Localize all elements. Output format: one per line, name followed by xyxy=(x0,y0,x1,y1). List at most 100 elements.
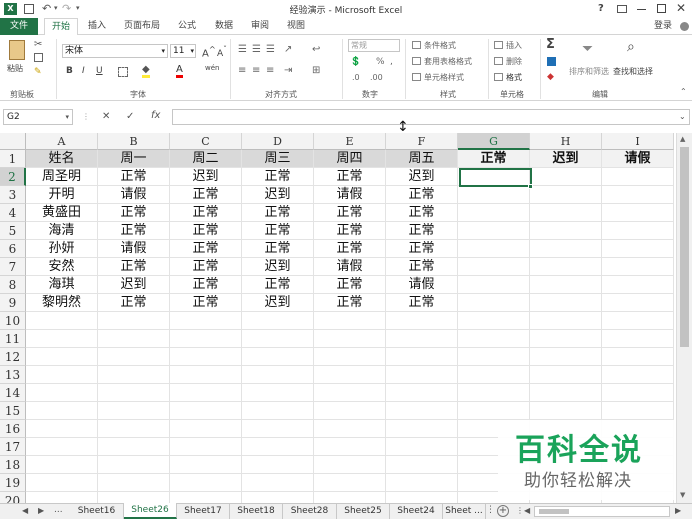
cell-d1[interactable]: 周三 xyxy=(242,150,314,168)
cell-e18[interactable] xyxy=(314,456,386,474)
cell-i2[interactable] xyxy=(602,168,674,186)
border-icon[interactable] xyxy=(118,67,128,77)
column-header-d[interactable]: D xyxy=(242,133,314,150)
cell-i12[interactable] xyxy=(602,348,674,366)
cell-g11[interactable] xyxy=(458,330,530,348)
cell-e17[interactable] xyxy=(314,438,386,456)
cell-b18[interactable] xyxy=(98,456,170,474)
cell-e13[interactable] xyxy=(314,366,386,384)
row-header-4[interactable]: 4 xyxy=(0,204,26,222)
cell-g5[interactable] xyxy=(458,222,530,240)
column-header-b[interactable]: B xyxy=(98,133,170,150)
cell-d3[interactable]: 迟到 xyxy=(242,186,314,204)
cell-a10[interactable] xyxy=(26,312,98,330)
cell-e9[interactable]: 正常 xyxy=(314,294,386,312)
cell-a4[interactable]: 黄盛田 xyxy=(26,204,98,222)
cell-e5[interactable]: 正常 xyxy=(314,222,386,240)
cell-d19[interactable] xyxy=(242,474,314,492)
cell-d2[interactable]: 正常 xyxy=(242,168,314,186)
cell-h7[interactable] xyxy=(530,258,602,276)
cell-c16[interactable] xyxy=(170,420,242,438)
clear-icon[interactable]: ◆ xyxy=(547,72,554,82)
cell-c18[interactable] xyxy=(170,456,242,474)
fill-handle[interactable] xyxy=(528,184,533,189)
cell-b3[interactable]: 请假 xyxy=(98,186,170,204)
cell-a8[interactable]: 海琪 xyxy=(26,276,98,294)
undo-icon[interactable]: ↶ xyxy=(42,2,51,15)
cell-c12[interactable] xyxy=(170,348,242,366)
cell-h9[interactable] xyxy=(530,294,602,312)
cell-d13[interactable] xyxy=(242,366,314,384)
row-header-17[interactable]: 17 xyxy=(0,438,26,456)
cell-h2[interactable] xyxy=(530,168,602,186)
merge-center-icon[interactable]: ⊞ xyxy=(312,65,320,76)
cell-c9[interactable]: 正常 xyxy=(170,294,242,312)
sheet-tab-sheet17[interactable]: Sheet17 xyxy=(177,504,230,519)
find-select-icon[interactable]: ⌕ xyxy=(627,39,635,55)
undo-dropdown-icon[interactable]: ▾ xyxy=(54,4,58,12)
cell-e11[interactable] xyxy=(314,330,386,348)
align-bottom-icon[interactable]: ☰ xyxy=(266,44,275,55)
sheet-tab-sheet26[interactable]: Sheet26 xyxy=(124,503,177,519)
paste-button[interactable]: 粘贴 xyxy=(7,63,23,74)
formula-bar-handle[interactable]: ⋮ xyxy=(82,112,90,121)
cell-d17[interactable] xyxy=(242,438,314,456)
row-header-8[interactable]: 8 xyxy=(0,276,26,294)
cell-i5[interactable] xyxy=(602,222,674,240)
table-format-button[interactable]: 套用表格格式 xyxy=(424,56,472,67)
minimize-button[interactable] xyxy=(637,9,646,10)
cell-d11[interactable] xyxy=(242,330,314,348)
cell-d20[interactable] xyxy=(242,492,314,503)
cell-e15[interactable] xyxy=(314,402,386,420)
column-header-f[interactable]: F xyxy=(386,133,458,150)
font-color-icon[interactable]: A xyxy=(176,65,183,78)
cell-b19[interactable] xyxy=(98,474,170,492)
cell-h8[interactable] xyxy=(530,276,602,294)
collapse-ribbon-icon[interactable]: ⌃ xyxy=(680,87,687,96)
cell-d9[interactable]: 迟到 xyxy=(242,294,314,312)
confirm-entry-button[interactable]: ✓ xyxy=(126,111,134,122)
cell-b12[interactable] xyxy=(98,348,170,366)
cell-b10[interactable] xyxy=(98,312,170,330)
cell-c15[interactable] xyxy=(170,402,242,420)
hscroll-thumb[interactable] xyxy=(539,509,569,514)
format-cells-icon[interactable] xyxy=(494,73,503,81)
cell-style-icon[interactable] xyxy=(412,73,421,81)
sheet-tab-sheet18[interactable]: Sheet18 xyxy=(230,504,283,519)
cell-g7[interactable] xyxy=(458,258,530,276)
sheet-tab-sheet16[interactable]: Sheet16 xyxy=(70,504,124,519)
cell-f1[interactable]: 周五 xyxy=(386,150,458,168)
bold-button[interactable]: B xyxy=(66,66,73,76)
tab-view[interactable]: 视图 xyxy=(281,18,311,35)
tab-split-handle[interactable]: ⋮ xyxy=(516,506,524,515)
cell-h4[interactable] xyxy=(530,204,602,222)
insert-cells-button[interactable]: 插入 xyxy=(506,40,522,51)
number-format-select[interactable]: 常规 xyxy=(348,39,400,52)
decrease-decimal-icon[interactable]: .00 xyxy=(370,73,383,82)
cell-a1[interactable]: 姓名 xyxy=(26,150,98,168)
cell-b1[interactable]: 周一 xyxy=(98,150,170,168)
redo-icon[interactable]: ↷ xyxy=(62,2,71,15)
cell-i9[interactable] xyxy=(602,294,674,312)
cell-f8[interactable]: 请假 xyxy=(386,276,458,294)
shrink-font-button[interactable]: Aˇ xyxy=(217,45,227,59)
cell-b8[interactable]: 迟到 xyxy=(98,276,170,294)
percent-icon[interactable]: % xyxy=(376,57,385,67)
cell-f10[interactable] xyxy=(386,312,458,330)
cell-g12[interactable] xyxy=(458,348,530,366)
formula-input[interactable] xyxy=(172,109,690,125)
conditional-format-button[interactable]: 条件格式 xyxy=(424,40,456,51)
cell-c7[interactable]: 正常 xyxy=(170,258,242,276)
hscroll-left-icon[interactable]: ◀ xyxy=(524,506,530,515)
cell-h10[interactable] xyxy=(530,312,602,330)
sort-filter-button[interactable]: 排序和筛选 xyxy=(569,66,609,77)
align-middle-icon[interactable]: ☰ xyxy=(252,44,261,55)
cell-g9[interactable] xyxy=(458,294,530,312)
row-header-7[interactable]: 7 xyxy=(0,258,26,276)
cell-b6[interactable]: 请假 xyxy=(98,240,170,258)
cell-e12[interactable] xyxy=(314,348,386,366)
cell-b14[interactable] xyxy=(98,384,170,402)
cell-b15[interactable] xyxy=(98,402,170,420)
cell-f11[interactable] xyxy=(386,330,458,348)
cell-c4[interactable]: 正常 xyxy=(170,204,242,222)
